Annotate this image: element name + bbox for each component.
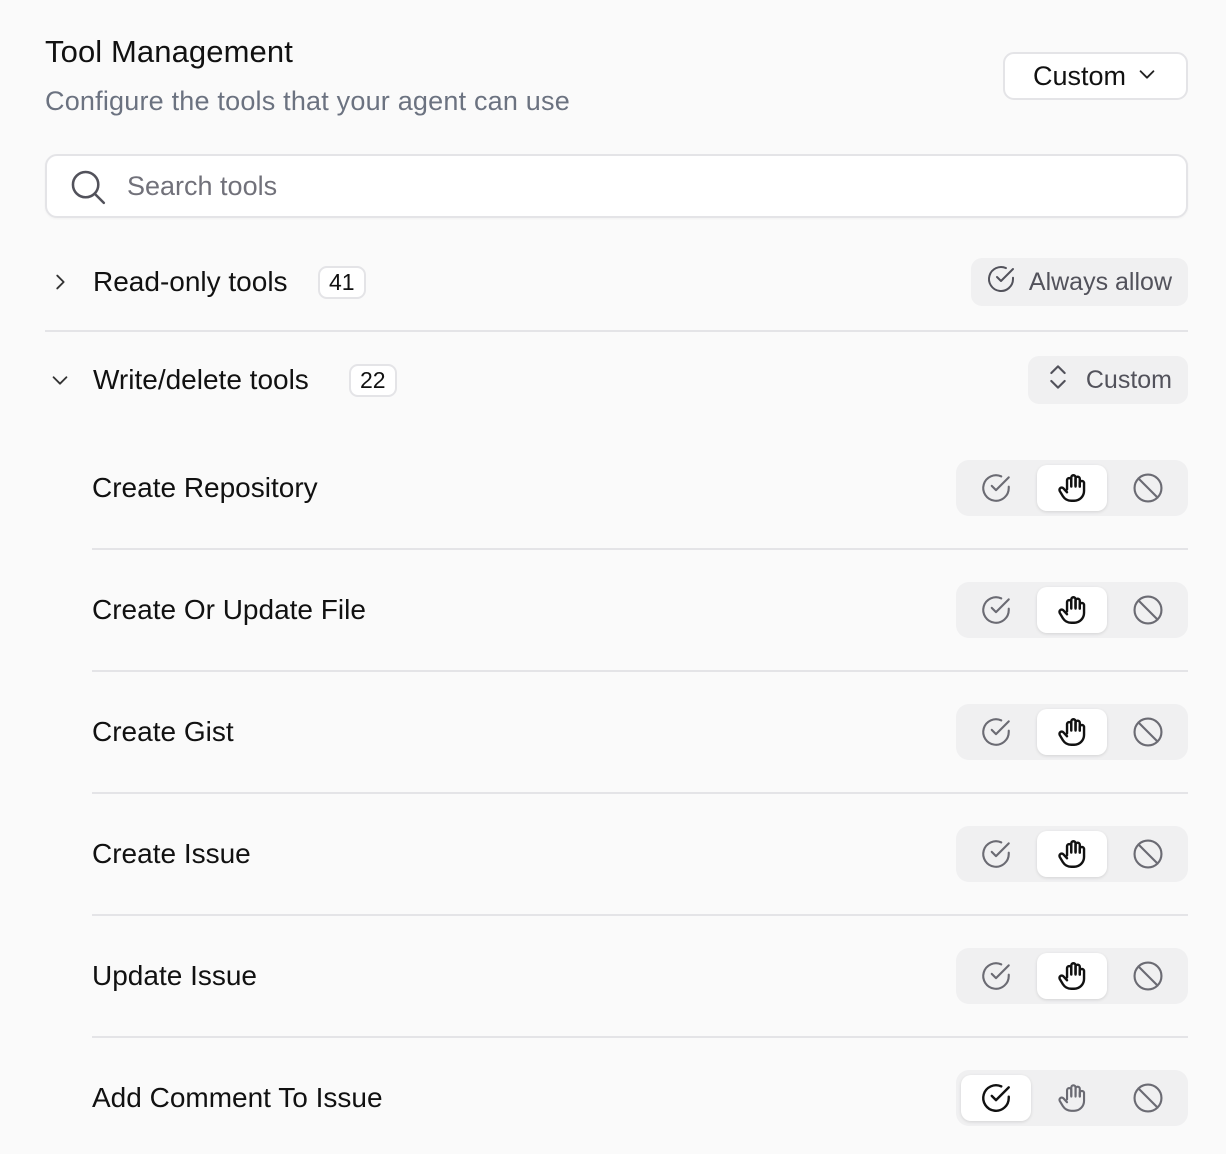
chevron-down-icon [1136,61,1158,92]
preset-dropdown[interactable]: Custom [1003,52,1188,100]
block-button[interactable] [1113,465,1183,511]
allow-button[interactable] [961,709,1031,755]
allow-button[interactable] [961,587,1031,633]
permission-segmented-control [956,582,1188,638]
tool-name: Create Issue [92,838,251,869]
check-circle-icon [979,1081,1013,1115]
search-input[interactable] [127,156,1167,216]
hand-icon [1055,593,1089,627]
block-button[interactable] [1113,709,1183,755]
tool-row: Add Comment To Issue [92,1070,1188,1126]
tool-row: Create Gist [92,704,1188,760]
count-badge: 22 [349,363,397,397]
count-badge: 41 [318,265,366,299]
ask-button[interactable] [1037,1075,1107,1121]
tool-management-panel: Tool Management Configure the tools that… [0,0,1226,1154]
ask-button[interactable] [1037,587,1107,633]
tool-name: Create Gist [92,716,234,747]
block-button[interactable] [1113,953,1183,999]
ban-icon [1131,959,1165,993]
ask-button[interactable] [1037,465,1107,511]
ban-icon [1131,1081,1165,1115]
tool-row: Create Or Update File [92,582,1188,638]
tool-name: Add Comment To Issue [92,1082,383,1113]
hand-icon [1055,715,1089,749]
check-circle-icon [979,471,1013,505]
group-read-only-tools[interactable]: Read-only tools 41 Always allow [45,257,1188,307]
group-permission-custom-button[interactable]: Custom [1027,356,1188,404]
allow-button[interactable] [961,953,1031,999]
group-label: Read-only tools [93,266,288,297]
divider [92,914,1188,916]
tool-name: Create Or Update File [92,594,366,625]
divider [45,330,1188,332]
hand-icon [1055,471,1089,505]
group-write-delete-tools[interactable]: Write/delete tools 22 Custom [45,355,1188,405]
group-action-label: Always allow [1028,267,1172,296]
chevron-right-icon[interactable] [49,271,71,293]
ask-button[interactable] [1037,709,1107,755]
ban-icon [1131,715,1165,749]
allow-button[interactable] [961,1075,1031,1121]
block-button[interactable] [1113,587,1183,633]
hand-icon [1055,959,1089,993]
group-action-label: Custom [1085,365,1172,394]
check-circle-icon [979,715,1013,749]
search-box[interactable] [45,154,1188,218]
permission-segmented-control [956,948,1188,1004]
chevron-down-icon[interactable] [49,369,71,391]
check-circle-icon [979,593,1013,627]
hand-icon [1055,837,1089,871]
ask-button[interactable] [1037,953,1107,999]
permission-segmented-control [956,460,1188,516]
group-label: Write/delete tools [93,364,309,395]
divider [92,1036,1188,1038]
ban-icon [1131,837,1165,871]
page-title: Tool Management [45,34,293,69]
ask-button[interactable] [1037,831,1107,877]
permission-segmented-control [956,1070,1188,1126]
allow-button[interactable] [961,831,1031,877]
page-subtitle: Configure the tools that your agent can … [45,86,570,116]
chevron-up-down-icon [1042,361,1074,400]
check-circle-icon [979,959,1013,993]
permission-segmented-control [956,826,1188,882]
block-button[interactable] [1113,1075,1183,1121]
tool-name: Create Repository [92,472,318,503]
group-permission-always-allow-button[interactable]: Always allow [970,258,1188,306]
check-circle-icon [979,837,1013,871]
tool-name: Update Issue [92,960,257,991]
preset-dropdown-label: Custom [1032,60,1127,91]
ban-icon [1131,471,1165,505]
tool-row: Create Repository [92,460,1188,516]
allow-button[interactable] [961,465,1031,511]
divider [92,670,1188,672]
tool-row: Create Issue [92,826,1188,882]
hand-icon [1055,1081,1089,1115]
check-circle-icon [985,263,1017,302]
divider [92,792,1188,794]
permission-segmented-control [956,704,1188,760]
tool-row: Update Issue [92,948,1188,1004]
block-button[interactable] [1113,831,1183,877]
ban-icon [1131,593,1165,627]
divider [92,548,1188,550]
